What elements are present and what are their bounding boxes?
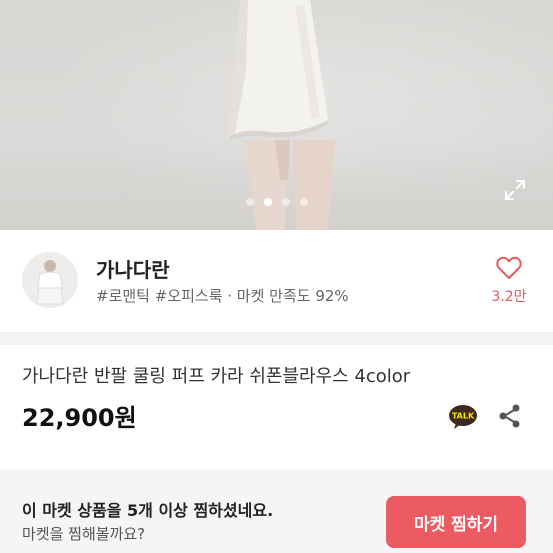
banner-sub-message: 마켓을 찜해볼까요? [22, 525, 146, 543]
section-divider [0, 333, 553, 345]
seller-tags: #로맨틱 #오피스룩 · 마켓 만족도 92% [96, 287, 349, 305]
kakao-talk-label: TALK [452, 412, 475, 421]
follow-market-button[interactable]: 마켓 찜하기 [386, 496, 526, 548]
product-title: 가나다란 반팔 쿨링 퍼프 카라 쉬폰블라우스 4color [22, 366, 411, 387]
like-button[interactable]: 3.2만 [484, 256, 534, 306]
carousel-dot[interactable] [245, 197, 254, 206]
heart-outline-icon [496, 256, 522, 279]
market-follow-banner: 이 마켓 상품을 5개 이상 찜하셨네요. 마켓을 찜해볼까요? 마켓 찜하기 [0, 469, 553, 553]
seller-name[interactable]: 가나다란 [96, 254, 170, 283]
carousel-dot[interactable] [299, 197, 308, 206]
expand-icon[interactable] [503, 178, 527, 202]
carousel-indicator [0, 191, 553, 206]
product-photo-skirt [228, 0, 328, 140]
seller-row[interactable]: 가나다란 #로맨틱 #오피스룩 · 마켓 만족도 92% 3.2만 [0, 230, 553, 333]
carousel-dot-active[interactable] [263, 197, 272, 206]
product-photo-legs [245, 140, 335, 230]
like-count: 3.2만 [491, 289, 527, 305]
seller-avatar[interactable] [22, 252, 78, 308]
banner-message: 이 마켓 상품을 5개 이상 찜하셨네요. [22, 501, 274, 520]
kakao-talk-icon[interactable]: TALK [448, 404, 478, 430]
carousel-dot[interactable] [281, 197, 290, 206]
product-image-carousel[interactable] [0, 0, 553, 230]
avatar-image [22, 252, 78, 308]
share-icon[interactable] [496, 402, 524, 430]
product-price: 22,900원 [22, 404, 137, 432]
